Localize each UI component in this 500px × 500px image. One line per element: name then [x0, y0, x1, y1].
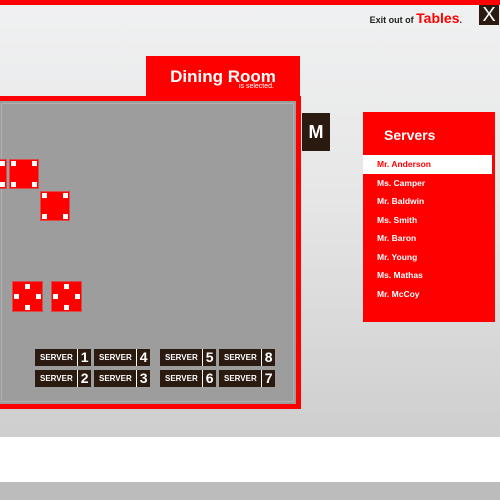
server-button-6[interactable]: SERVER 6 [160, 370, 216, 387]
server-button-label: SERVER [99, 374, 132, 383]
exit-suffix: . [459, 15, 462, 25]
server-button-label: SERVER [224, 374, 257, 383]
server-button-number: 4 [135, 349, 150, 366]
top-accent-bar [0, 0, 500, 5]
server-list-item[interactable]: Mr. McCoy [363, 285, 495, 304]
mode-m-button[interactable]: M [302, 113, 330, 151]
bottom-bar [0, 482, 500, 500]
server-button-label: SERVER [40, 374, 73, 383]
seat [42, 214, 47, 219]
server-button-label: SERVER [165, 353, 198, 362]
close-button[interactable]: X [479, 5, 499, 25]
seat [25, 305, 30, 310]
room-name: Dining Room [170, 67, 276, 86]
seat [14, 294, 19, 299]
server-button-label: SERVER [224, 353, 257, 362]
server-button-7[interactable]: SERVER 7 [219, 370, 275, 387]
exit-target-link[interactable]: Tables [416, 10, 459, 26]
server-button-number: 6 [201, 370, 216, 387]
server-button-number: 3 [135, 370, 150, 387]
server-button-label: SERVER [165, 374, 198, 383]
servers-list: Mr. Anderson Ms. Camper Mr. Baldwin Ms. … [363, 155, 495, 303]
seat [25, 284, 30, 289]
server-button-number: 7 [260, 370, 275, 387]
table-1[interactable] [9, 159, 39, 189]
server-list-item[interactable]: Mr. Baldwin [363, 192, 495, 211]
seat [0, 182, 5, 187]
table-5[interactable] [51, 281, 82, 312]
server-button-2[interactable]: SERVER 2 [35, 370, 91, 387]
server-button-label: SERVER [99, 353, 132, 362]
server-button-number: 8 [260, 349, 275, 366]
server-list-item[interactable]: Ms. Mathas [363, 266, 495, 285]
seat [32, 182, 37, 187]
room-status: is selected. [238, 83, 274, 90]
server-button-number: 5 [201, 349, 216, 366]
floor-plan: SERVER 1 SERVER 4 SERVER 2 SERVER 3 SERV… [0, 96, 301, 409]
footer-band [0, 437, 500, 482]
seat [53, 294, 58, 299]
table-2[interactable] [40, 191, 70, 221]
server-list-item[interactable]: Ms. Smith [363, 211, 495, 230]
server-button-number: 1 [76, 349, 91, 366]
server-button-5[interactable]: SERVER 5 [160, 349, 216, 366]
seat [63, 193, 68, 198]
servers-panel: Servers Mr. Anderson Ms. Camper Mr. Bald… [363, 112, 495, 322]
seat [11, 161, 16, 166]
servers-panel-title: Servers [384, 127, 436, 143]
server-button-label: SERVER [40, 353, 73, 362]
exit-prefix: Exit out of [369, 15, 414, 25]
seat [64, 284, 69, 289]
server-list-item[interactable]: Mr. Young [363, 248, 495, 267]
seat [11, 182, 16, 187]
seat [32, 161, 37, 166]
server-button-3[interactable]: SERVER 3 [94, 370, 150, 387]
server-button-number: 2 [76, 370, 91, 387]
room-title-banner: Dining Room is selected. [146, 56, 300, 96]
seat [63, 214, 68, 219]
seat [42, 193, 47, 198]
table-4[interactable] [12, 281, 43, 312]
table-partial[interactable] [0, 159, 7, 189]
server-button-8[interactable]: SERVER 8 [219, 349, 275, 366]
server-button-1[interactable]: SERVER 1 [35, 349, 91, 366]
server-list-item[interactable]: Ms. Camper [363, 174, 495, 193]
seat [36, 294, 41, 299]
seat [0, 161, 5, 166]
seat [75, 294, 80, 299]
server-list-item[interactable]: Mr. Anderson [363, 155, 493, 174]
server-button-4[interactable]: SERVER 4 [94, 349, 150, 366]
server-list-item[interactable]: Mr. Baron [363, 229, 495, 248]
seat [64, 305, 69, 310]
exit-label: Exit out of Tables. [370, 10, 462, 26]
